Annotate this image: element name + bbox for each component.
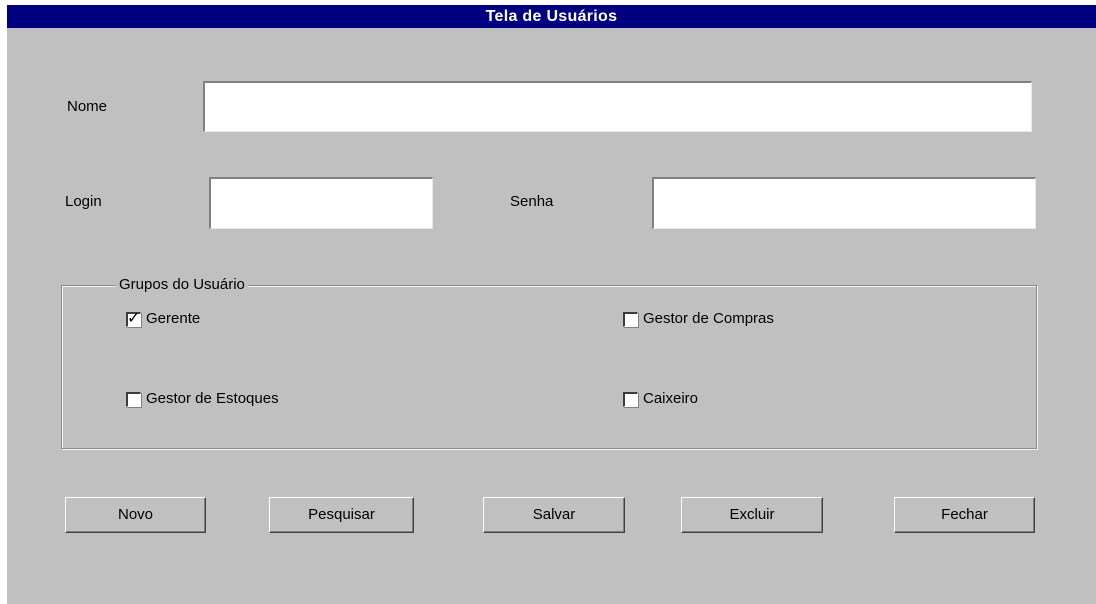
checkbox-label: Gestor de Compras [643,310,774,327]
window-title: Tela de Usuários [7,5,1096,28]
checkbox-gerente[interactable]: ✓ Gerente [126,308,200,330]
fechar-button[interactable]: Fechar [894,497,1035,533]
groups-frame [61,285,1037,449]
excluir-button[interactable]: Excluir [681,497,823,533]
login-input[interactable] [209,177,433,229]
users-window: Tela de Usuários Nome Login Senha Grupos… [7,5,1096,604]
senha-label: Senha [510,193,554,210]
screen: Tela de Usuários Nome Login Senha Grupos… [0,0,1096,604]
checkbox-label: Caixeiro [643,390,699,407]
checkbox-label: Gerente [146,310,201,327]
checkbox-caixeiro[interactable]: Caixeiro [623,388,698,410]
nome-label: Nome [67,98,108,115]
checkbox-box[interactable]: ✓ [126,307,141,327]
checkbox-box[interactable] [623,311,638,327]
checkbox-gestor-de-estoques[interactable]: Gestor de Estoques [126,388,279,410]
checkmark-icon: ✓ [127,307,141,327]
novo-button[interactable]: Novo [65,497,206,533]
checkbox-box[interactable] [126,391,141,407]
pesquisar-button[interactable]: Pesquisar [269,497,414,533]
checkbox-gestor-de-compras[interactable]: Gestor de Compras [623,308,774,330]
login-label: Login [65,193,102,210]
salvar-button[interactable]: Salvar [483,497,625,533]
senha-input[interactable] [652,177,1036,229]
groups-title: Grupos do Usuário [116,276,248,294]
checkbox-label: Gestor de Estoques [146,390,279,407]
checkbox-box[interactable] [623,391,638,407]
nome-input[interactable] [203,81,1032,132]
